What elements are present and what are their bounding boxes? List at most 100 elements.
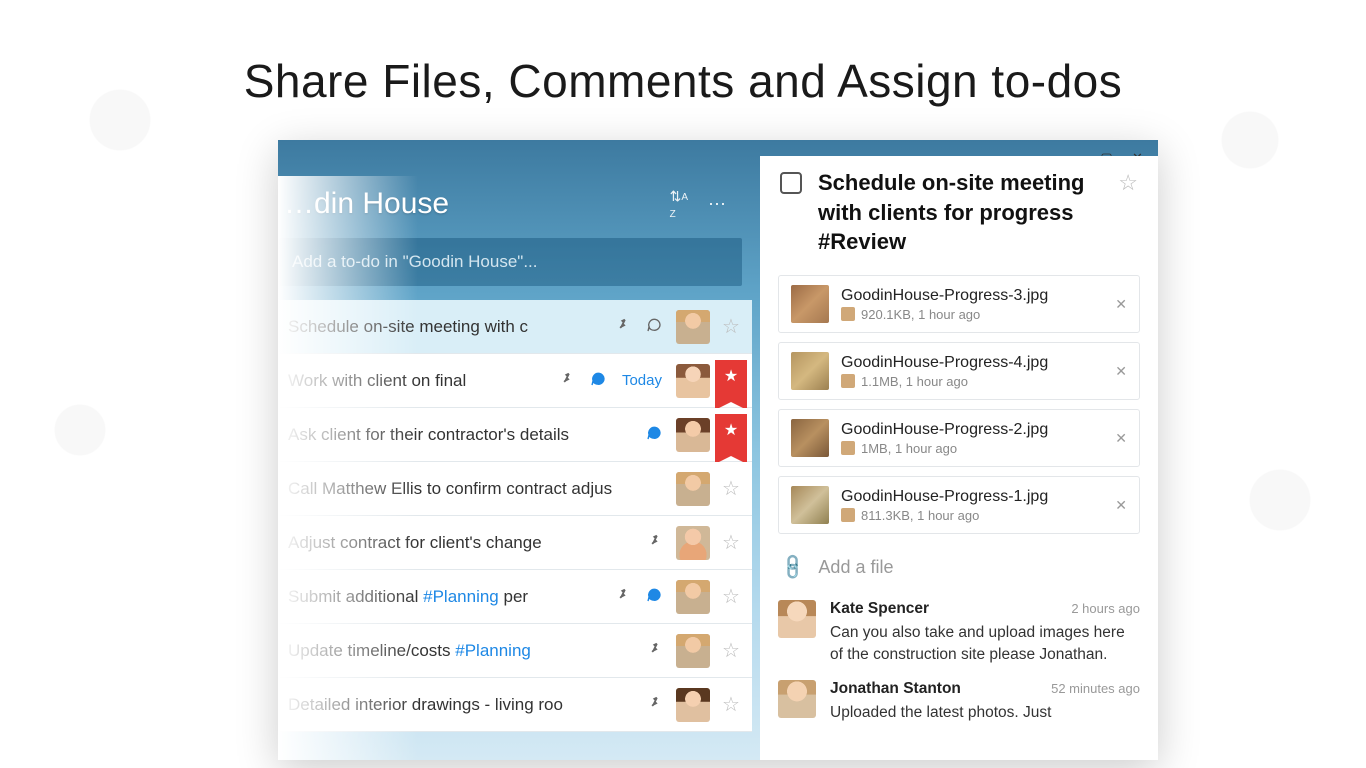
todo-icons <box>616 587 670 607</box>
comment-time: 2 hours ago <box>1071 601 1140 616</box>
star-icon[interactable]: ☆ <box>722 314 740 339</box>
list-header: …din House ⇅AZ ⋯ <box>278 176 752 232</box>
remove-file-icon[interactable]: ✕ <box>1115 363 1127 380</box>
add-file-button[interactable]: 🔗 Add a file <box>760 543 1158 592</box>
todo-text: Detailed interior drawings - living roo <box>288 695 648 715</box>
assignee-avatar[interactable] <box>676 526 710 560</box>
todo-text: Schedule on-site meeting with c <box>288 317 616 337</box>
file-name: GoodinHouse-Progress-2.jpg <box>841 421 1103 439</box>
assignee-avatar[interactable] <box>676 580 710 614</box>
file-thumb <box>791 419 829 457</box>
chat-icon[interactable] <box>646 425 662 445</box>
star-col[interactable]: ★ <box>710 360 752 402</box>
chat-icon[interactable] <box>590 371 606 391</box>
todo-text: Submit additional #Planning per <box>288 587 616 607</box>
todo-text: Work with client on final <box>288 371 560 391</box>
starred-ribbon[interactable]: ★ <box>715 414 747 456</box>
todo-row[interactable]: Call Matthew Ellis to confirm contract a… <box>278 462 752 516</box>
pin-icon[interactable] <box>560 372 574 390</box>
file-sub: 811.3KB, 1 hour ago <box>861 508 979 523</box>
star-col[interactable]: ☆ <box>710 584 752 609</box>
assignee-avatar[interactable] <box>676 364 710 398</box>
uploader-avatar <box>841 508 855 522</box>
detail-header: Schedule on-site meeting with clients fo… <box>760 156 1158 275</box>
todo-row[interactable]: Submit additional #Planning per ☆ <box>278 570 752 624</box>
file-name: GoodinHouse-Progress-1.jpg <box>841 488 1103 506</box>
file-row[interactable]: GoodinHouse-Progress-3.jpg920.1KB, 1 hou… <box>778 275 1140 333</box>
todo-row[interactable]: Adjust contract for client's change ☆ <box>278 516 752 570</box>
list-title: …din House <box>284 187 449 221</box>
star-col[interactable]: ☆ <box>710 476 752 501</box>
pin-icon[interactable] <box>616 318 630 336</box>
todo-row[interactable]: Update timeline/costs #Planning ☆ <box>278 624 752 678</box>
star-icon[interactable]: ☆ <box>722 476 740 501</box>
comment-author: Kate Spencer <box>830 600 929 618</box>
comment: Jonathan Stanton52 minutes ago Uploaded t… <box>778 680 1140 724</box>
file-meta: 920.1KB, 1 hour ago <box>841 307 1103 322</box>
add-todo-placeholder: Add a to-do in "Goodin House"... <box>292 252 538 272</box>
due-label: Today <box>622 372 662 389</box>
add-todo-input[interactable]: Add a to-do in "Goodin House"... <box>278 238 742 286</box>
star-icon[interactable]: ☆ <box>722 638 740 663</box>
todo-row[interactable]: Ask client for their contractor's detail… <box>278 408 752 462</box>
file-row[interactable]: GoodinHouse-Progress-4.jpg1.1MB, 1 hour … <box>778 342 1140 400</box>
file-info: GoodinHouse-Progress-3.jpg920.1KB, 1 hou… <box>841 287 1103 322</box>
todo-row[interactable]: Work with client on final Today ★ <box>278 354 752 408</box>
star-col[interactable]: ★ <box>710 414 752 456</box>
remove-file-icon[interactable]: ✕ <box>1115 430 1127 447</box>
list-actions: ⇅AZ ⋯ <box>670 188 726 221</box>
remove-file-icon[interactable]: ✕ <box>1115 296 1127 313</box>
paperclip-icon: 🔗 <box>778 552 809 583</box>
app-window: — ▢ ✕ …din House ⇅AZ ⋯ Add a to-do in "G… <box>278 140 1158 760</box>
comment-head: Kate Spencer 2 hours ago <box>830 600 1140 618</box>
file-info: GoodinHouse-Progress-4.jpg1.1MB, 1 hour … <box>841 354 1103 389</box>
pin-icon[interactable] <box>648 534 662 552</box>
assignee-avatar[interactable] <box>676 634 710 668</box>
assignee-avatar[interactable] <box>676 472 710 506</box>
chat-icon[interactable] <box>646 587 662 607</box>
comment-author: Jonathan Stanton <box>830 680 961 698</box>
todo-row[interactable]: Schedule on-site meeting with c ☆ <box>278 300 752 354</box>
star-col[interactable]: ☆ <box>710 314 752 339</box>
assignee-avatar[interactable] <box>676 688 710 722</box>
assignee-avatar[interactable] <box>676 310 710 344</box>
file-info: GoodinHouse-Progress-1.jpg 811.3KB, 1 hou… <box>841 488 1103 523</box>
detail-pane: Schedule on-site meeting with clients fo… <box>760 156 1158 760</box>
todo-text: Adjust contract for client's change <box>288 533 648 553</box>
comment-text: Uploaded the latest photos. Just <box>830 702 1140 724</box>
todo-icons <box>646 425 670 445</box>
file-sub: 920.1KB, 1 hour ago <box>861 307 980 322</box>
pin-icon[interactable] <box>616 588 630 606</box>
star-icon[interactable]: ☆ <box>722 530 740 555</box>
todo-text: Update timeline/costs #Planning <box>288 641 648 661</box>
chat-icon[interactable] <box>646 317 662 337</box>
todo-icons <box>616 317 670 337</box>
complete-checkbox[interactable] <box>780 172 802 194</box>
todo-list-pane: …din House ⇅AZ ⋯ Add a to-do in "Goodin … <box>278 176 752 760</box>
star-icon[interactable]: ☆ <box>722 692 740 717</box>
star-col[interactable]: ☆ <box>710 692 752 717</box>
starred-ribbon[interactable]: ★ <box>715 360 747 402</box>
todo-row[interactable]: Detailed interior drawings - living roo ☆ <box>278 678 752 732</box>
star-icon[interactable]: ☆ <box>1118 170 1138 196</box>
uploader-avatar <box>841 307 855 321</box>
file-row[interactable]: GoodinHouse-Progress-2.jpg 1MB, 1 hour ag… <box>778 409 1140 467</box>
comment-text: Can you also take and upload images here… <box>830 622 1140 666</box>
star-col[interactable]: ☆ <box>710 530 752 555</box>
commenter-avatar[interactable] <box>778 680 816 718</box>
star-col[interactable]: ☆ <box>710 638 752 663</box>
sort-icon[interactable]: ⇅AZ <box>670 188 688 221</box>
assignee-avatar[interactable] <box>676 418 710 452</box>
pin-icon[interactable] <box>648 696 662 714</box>
more-icon[interactable]: ⋯ <box>708 194 726 215</box>
file-row[interactable]: GoodinHouse-Progress-1.jpg 811.3KB, 1 hou… <box>778 476 1140 534</box>
pin-icon[interactable] <box>648 642 662 660</box>
remove-file-icon[interactable]: ✕ <box>1115 497 1127 514</box>
comment-head: Jonathan Stanton52 minutes ago <box>830 680 1140 698</box>
comment-body: Jonathan Stanton52 minutes ago Uploaded t… <box>830 680 1140 724</box>
commenter-avatar[interactable] <box>778 600 816 638</box>
file-sub: 1MB, 1 hour ago <box>861 441 957 456</box>
star-icon[interactable]: ☆ <box>722 584 740 609</box>
comment-body: Kate Spencer 2 hours ago Can you also take… <box>830 600 1140 666</box>
comment: Kate Spencer 2 hours ago Can you also take… <box>778 600 1140 666</box>
